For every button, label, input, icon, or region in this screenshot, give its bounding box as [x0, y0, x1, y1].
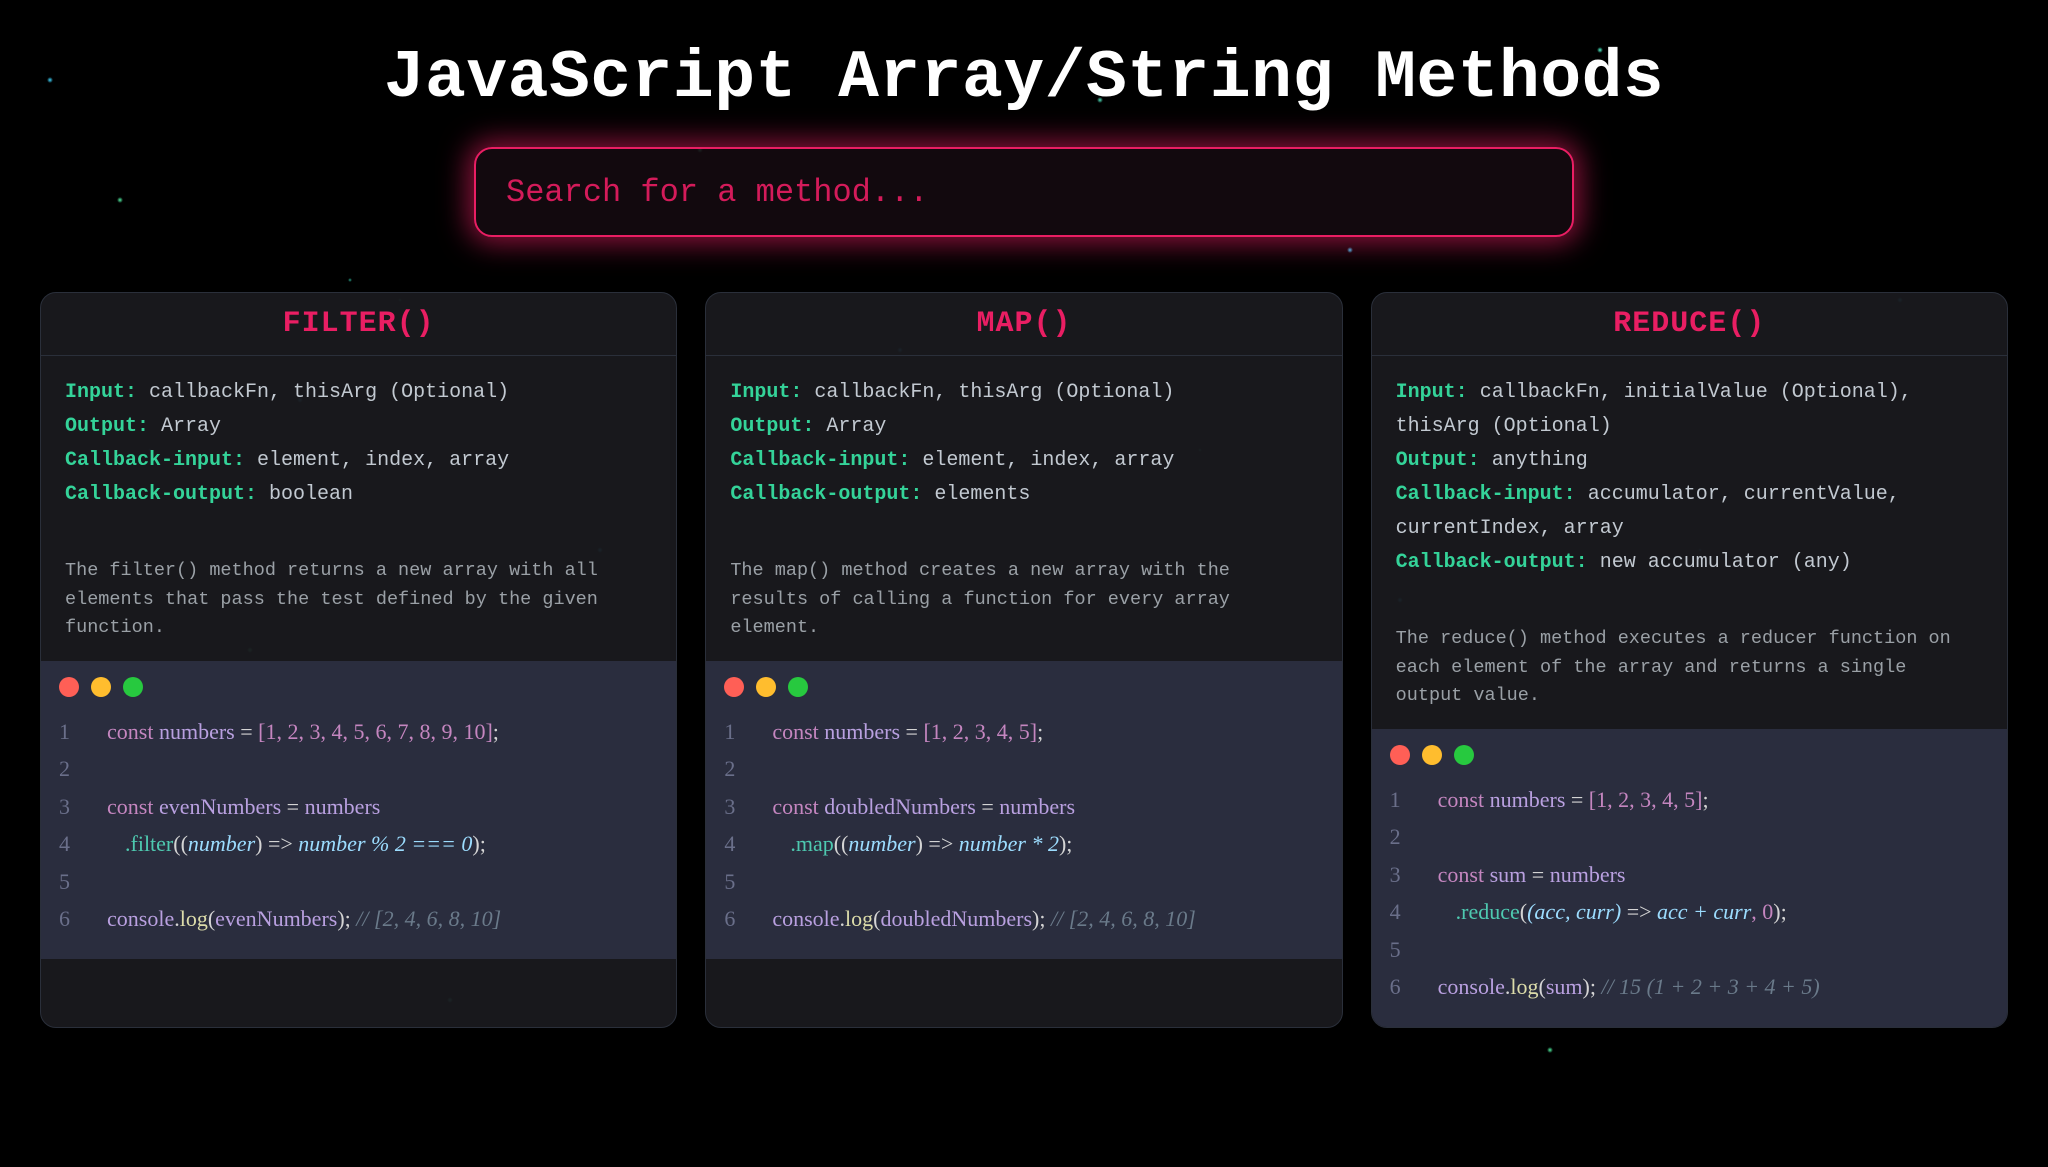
- window-dots: [59, 677, 658, 697]
- spec-val-input: callbackFn, thisArg (Optional): [149, 381, 509, 404]
- window-dots: [724, 677, 1323, 697]
- card-reduce: REDUCE() Input: callbackFn, initialValue…: [1371, 292, 2008, 1028]
- cards-grid: FILTER() Input: callbackFn, thisArg (Opt…: [40, 292, 2008, 1028]
- spec-output: Output: anything: [1396, 444, 1983, 478]
- spec-key-input: Input:: [65, 381, 137, 404]
- spec-cb-input: Callback-input: element, index, array: [730, 444, 1317, 478]
- spec-key-cb-input: Callback-input:: [730, 449, 910, 472]
- spec-key-cb-output: Callback-output:: [730, 483, 922, 506]
- card-filter: FILTER() Input: callbackFn, thisArg (Opt…: [40, 292, 677, 1028]
- spec-val-input: callbackFn, thisArg (Optional): [814, 381, 1174, 404]
- card-title: MAP(): [706, 307, 1341, 341]
- spec-key-cb-output: Callback-output:: [65, 483, 257, 506]
- spec-key-output: Output:: [1396, 449, 1480, 472]
- window-dots: [1390, 745, 1989, 765]
- spec-key-cb-output: Callback-output:: [1396, 551, 1588, 574]
- spec-output: Output: Array: [730, 410, 1317, 444]
- spec-key-cb-input: Callback-input:: [1396, 483, 1576, 506]
- spec-val-output: Array: [161, 415, 221, 438]
- spec-key-output: Output:: [65, 415, 149, 438]
- page-title: JavaScript Array/String Methods: [40, 40, 2008, 117]
- dot-green-icon: [123, 677, 143, 697]
- card-title: REDUCE(): [1372, 307, 2007, 341]
- code-lines: 1const numbers = [1, 2, 3, 4, 5]; 2 3con…: [724, 713, 1323, 937]
- spec-val-output: anything: [1492, 449, 1588, 472]
- dot-green-icon: [1454, 745, 1474, 765]
- spec-key-output: Output:: [730, 415, 814, 438]
- spec-output: Output: Array: [65, 410, 652, 444]
- spec-val-cb-input: element, index, array: [257, 449, 509, 472]
- spec-val-output: Array: [826, 415, 886, 438]
- spec-val-input: callbackFn, initialValue (Optional), thi…: [1396, 381, 1912, 438]
- dot-red-icon: [1390, 745, 1410, 765]
- dot-yellow-icon: [91, 677, 111, 697]
- spec-cb-output: Callback-output: boolean: [65, 478, 652, 512]
- spec-cb-output: Callback-output: new accumulator (any): [1396, 546, 1983, 580]
- spec-val-cb-output: boolean: [269, 483, 353, 506]
- spec-key-cb-input: Callback-input:: [65, 449, 245, 472]
- code-block: 1const numbers = [1, 2, 3, 4, 5]; 2 3con…: [706, 661, 1341, 959]
- card-header: MAP(): [706, 293, 1341, 356]
- spec-cb-output: Callback-output: elements: [730, 478, 1317, 512]
- dot-yellow-icon: [756, 677, 776, 697]
- spec-cb-input: Callback-input: element, index, array: [65, 444, 652, 478]
- dot-red-icon: [724, 677, 744, 697]
- spec-val-cb-output: new accumulator (any): [1600, 551, 1852, 574]
- spec-val-cb-input: element, index, array: [922, 449, 1174, 472]
- spec-input: Input: callbackFn, initialValue (Optiona…: [1396, 376, 1983, 444]
- dot-red-icon: [59, 677, 79, 697]
- spec-key-input: Input:: [730, 381, 802, 404]
- card-map: MAP() Input: callbackFn, thisArg (Option…: [705, 292, 1342, 1028]
- code-block: 1const numbers = [1, 2, 3, 4, 5]; 2 3con…: [1372, 729, 2007, 1027]
- card-title: FILTER(): [41, 307, 676, 341]
- search-input[interactable]: [474, 147, 1574, 237]
- dot-green-icon: [788, 677, 808, 697]
- spec-key-input: Input:: [1396, 381, 1468, 404]
- card-header: FILTER(): [41, 293, 676, 356]
- code-lines: 1const numbers = [1, 2, 3, 4, 5, 6, 7, 8…: [59, 713, 658, 937]
- dot-yellow-icon: [1422, 745, 1442, 765]
- card-description: The filter() method returns a new array …: [65, 557, 652, 643]
- card-description: The map() method creates a new array wit…: [730, 557, 1317, 643]
- spec-input: Input: callbackFn, thisArg (Optional): [65, 376, 652, 410]
- card-header: REDUCE(): [1372, 293, 2007, 356]
- spec-input: Input: callbackFn, thisArg (Optional): [730, 376, 1317, 410]
- card-description: The reduce() method executes a reducer f…: [1396, 625, 1983, 711]
- code-lines: 1const numbers = [1, 2, 3, 4, 5]; 2 3con…: [1390, 781, 1989, 1005]
- code-block: 1const numbers = [1, 2, 3, 4, 5, 6, 7, 8…: [41, 661, 676, 959]
- spec-val-cb-output: elements: [934, 483, 1030, 506]
- spec-cb-input: Callback-input: accumulator, currentValu…: [1396, 478, 1983, 546]
